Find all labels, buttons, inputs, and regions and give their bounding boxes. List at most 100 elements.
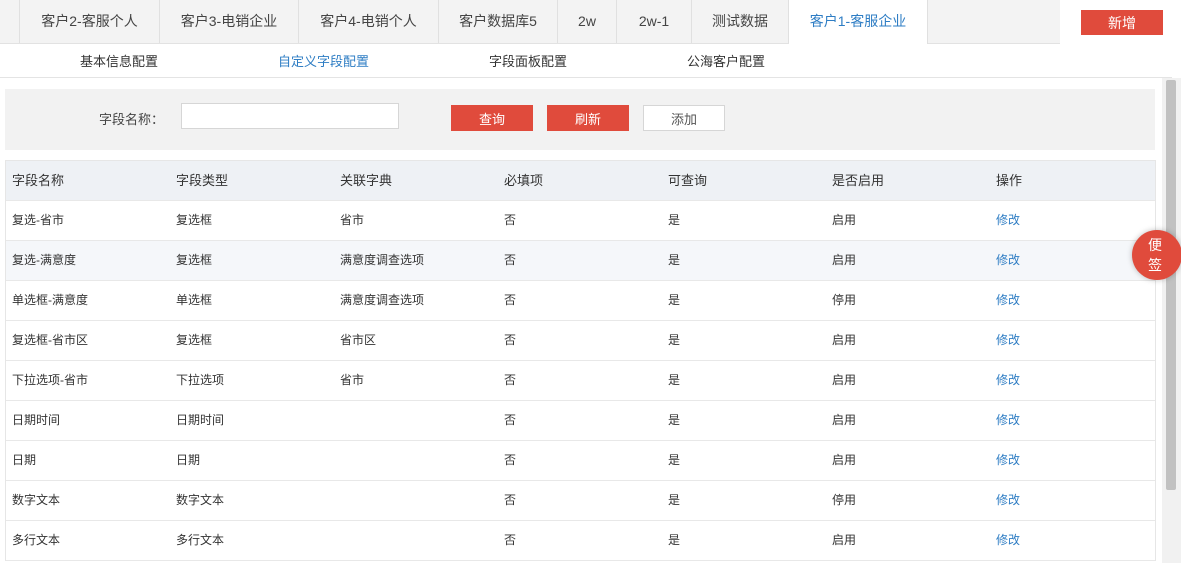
tab-2w-1[interactable]: 2w-1 — [617, 0, 692, 43]
header-field-name: 字段名称 — [12, 173, 65, 188]
cell-field-name: 日期时间 — [12, 413, 61, 427]
tab-customer-2[interactable]: 客户2-客服个人 — [20, 0, 160, 43]
cell-field-type: 下拉选项 — [176, 373, 225, 387]
tab-2w[interactable]: 2w — [558, 0, 617, 43]
scrollbar-thumb[interactable] — [1166, 80, 1176, 490]
cell-field-type: 复选框 — [176, 253, 213, 267]
subtab-basic-info[interactable]: 基本信息配置 — [80, 44, 158, 77]
table-row: 复选-满意度 复选框 满意度调查选项 否 是 启用 修改 — [6, 241, 1155, 281]
table-header: 字段名称 字段类型 关联字典 必填项 可查询 是否启用 操作 — [6, 161, 1155, 201]
edit-link[interactable]: 修改 — [990, 281, 1154, 320]
cell-queryable: 是 — [668, 373, 681, 387]
table-row: 数字文本 数字文本 否 是 停用 修改 — [6, 481, 1155, 521]
cell-field-name: 复选-省市 — [12, 213, 64, 227]
table-row: 复选-省市 复选框 省市 否 是 启用 修改 — [6, 201, 1155, 241]
edit-link[interactable]: 修改 — [990, 401, 1154, 440]
header-required: 必填项 — [504, 173, 544, 188]
cell-field-name: 日期 — [12, 453, 37, 467]
sticky-note-label-1: 便 — [1148, 237, 1162, 253]
cell-required: 否 — [504, 453, 517, 467]
table-row: 日期时间 日期时间 否 是 启用 修改 — [6, 401, 1155, 441]
cell-enabled: 启用 — [832, 533, 857, 547]
cell-queryable: 是 — [668, 493, 681, 507]
tab-customer-1[interactable]: 客户1-客服企业 — [789, 0, 928, 44]
table-row: 单选框-满意度 单选框 满意度调查选项 否 是 停用 修改 — [6, 281, 1155, 321]
cell-dictionary: 满意度调查选项 — [340, 253, 425, 267]
cell-required: 否 — [504, 413, 517, 427]
header-actions: 操作 — [996, 173, 1023, 188]
cell-field-name: 多行文本 — [12, 533, 61, 547]
header-dictionary: 关联字典 — [340, 173, 393, 188]
cell-field-name: 复选框-省市区 — [12, 333, 88, 347]
edit-link[interactable]: 修改 — [990, 481, 1154, 520]
cell-required: 否 — [504, 493, 517, 507]
vertical-scrollbar[interactable] — [1162, 78, 1181, 563]
tab-overflow — [0, 0, 20, 43]
cell-enabled: 停用 — [832, 293, 857, 307]
cell-required: 否 — [504, 213, 517, 227]
cell-dictionary: 省市区 — [340, 333, 377, 347]
cell-field-type: 单选框 — [176, 293, 213, 307]
cell-dictionary — [334, 481, 498, 520]
cell-dictionary — [334, 521, 498, 560]
table-row: 多行文本 多行文本 否 是 启用 修改 — [6, 521, 1155, 561]
edit-link[interactable]: 修改 — [990, 361, 1154, 400]
table-row: 日期 日期 否 是 启用 修改 — [6, 441, 1155, 481]
cell-required: 否 — [504, 533, 517, 547]
edit-link[interactable]: 修改 — [990, 321, 1154, 360]
sub-tab-bar: 基本信息配置 自定义字段配置 字段面板配置 公海客户配置 — [0, 44, 1172, 78]
tab-test-data[interactable]: 测试数据 — [692, 0, 789, 43]
cell-field-name: 复选-满意度 — [12, 253, 76, 267]
subtab-custom-fields[interactable]: 自定义字段配置 — [278, 44, 369, 77]
fields-table: 字段名称 字段类型 关联字典 必填项 可查询 是否启用 操作 复选-省市 复选框… — [5, 160, 1156, 561]
cell-dictionary: 满意度调查选项 — [340, 293, 425, 307]
cell-enabled: 启用 — [832, 213, 857, 227]
cell-field-type: 日期 — [176, 453, 201, 467]
tab-customer-db-5[interactable]: 客户数据库5 — [439, 0, 558, 43]
add-field-button[interactable]: 添加 — [643, 105, 725, 131]
cell-enabled: 启用 — [832, 373, 857, 387]
field-name-input[interactable] — [181, 103, 399, 129]
table-row: 下拉选项-省市 下拉选项 省市 否 是 启用 修改 — [6, 361, 1155, 401]
header-queryable: 可查询 — [668, 173, 708, 188]
cell-enabled: 启用 — [832, 453, 857, 467]
tab-customer-3[interactable]: 客户3-电销企业 — [160, 0, 299, 43]
sticky-note-button[interactable]: 便 签 — [1132, 230, 1181, 280]
cell-field-type: 复选框 — [176, 213, 213, 227]
cell-dictionary: 省市 — [340, 373, 365, 387]
cell-enabled: 启用 — [832, 333, 857, 347]
cell-dictionary: 省市 — [340, 213, 365, 227]
sticky-note-label-2: 签 — [1148, 257, 1162, 273]
header-enabled: 是否启用 — [832, 173, 885, 188]
cell-queryable: 是 — [668, 413, 681, 427]
subtab-field-panel[interactable]: 字段面板配置 — [489, 44, 567, 77]
search-panel: 字段名称： 查询 刷新 添加 — [5, 89, 1155, 150]
cell-dictionary — [334, 401, 498, 440]
edit-link[interactable]: 修改 — [990, 201, 1154, 240]
add-new-button[interactable]: 新增 — [1081, 10, 1163, 35]
cell-field-name: 数字文本 — [12, 493, 61, 507]
cell-queryable: 是 — [668, 293, 681, 307]
cell-required: 否 — [504, 373, 517, 387]
cell-queryable: 是 — [668, 213, 681, 227]
cell-field-name: 单选框-满意度 — [12, 293, 88, 307]
edit-link[interactable]: 修改 — [990, 521, 1154, 560]
subtab-public-pool[interactable]: 公海客户配置 — [687, 44, 765, 77]
cell-queryable: 是 — [668, 333, 681, 347]
tab-customer-4[interactable]: 客户4-电销个人 — [299, 0, 439, 43]
cell-queryable: 是 — [668, 533, 681, 547]
query-button[interactable]: 查询 — [451, 105, 533, 131]
field-name-label: 字段名称： — [99, 112, 165, 127]
cell-required: 否 — [504, 333, 517, 347]
cell-field-type: 数字文本 — [176, 493, 225, 507]
header-field-type: 字段类型 — [176, 173, 229, 188]
cell-enabled: 启用 — [832, 253, 857, 267]
cell-field-type: 多行文本 — [176, 533, 225, 547]
cell-field-type: 复选框 — [176, 333, 213, 347]
cell-field-type: 日期时间 — [176, 413, 225, 427]
refresh-button[interactable]: 刷新 — [547, 105, 629, 131]
edit-link[interactable]: 修改 — [990, 441, 1154, 480]
cell-enabled: 启用 — [832, 413, 857, 427]
edit-link[interactable]: 修改 — [990, 241, 1154, 280]
cell-enabled: 停用 — [832, 493, 857, 507]
